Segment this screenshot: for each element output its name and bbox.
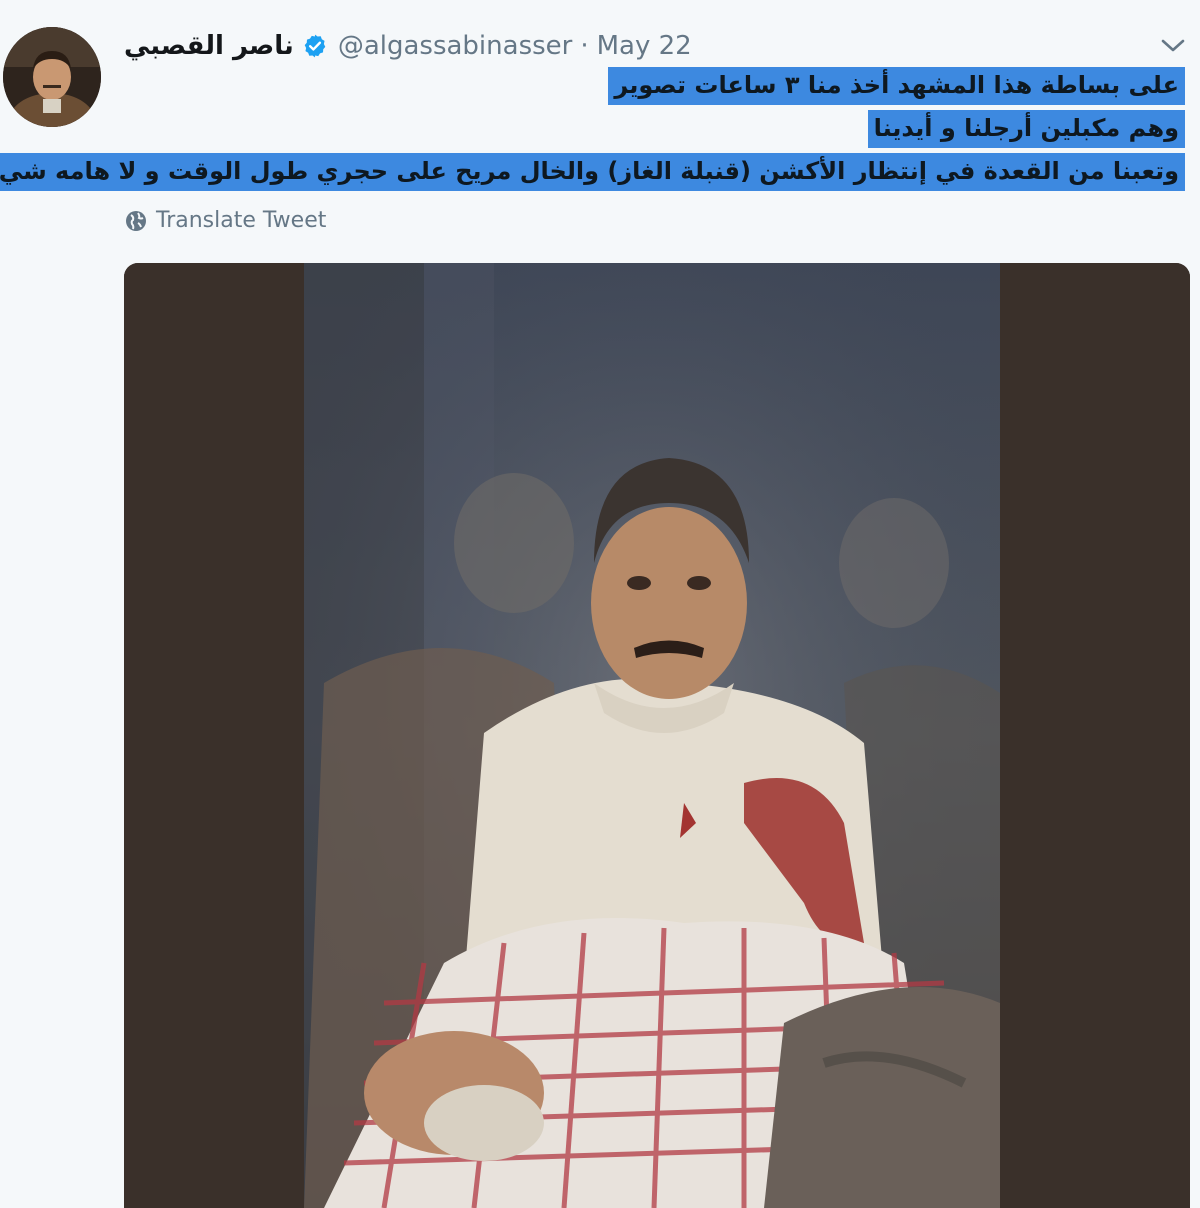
tweet-text-line: وهم مكبلين أرجلنا و أيدينا [210,107,1185,150]
tweet-text-line-2: وهم مكبلين أرجلنا و أيدينا [867,110,1185,148]
tweet-text-line: وتعبنا من القعدة في إنتظار الأكشن (قنبلة… [0,150,1185,193]
verified-badge-icon [302,33,328,59]
tweet-text-line-3: وتعبنا من القعدة في إنتظار الأكشن (قنبلة… [0,153,1185,191]
tweet[interactable]: ناصر القصبي @algassabinasser · May 22 عل… [0,0,1200,1208]
tweet-header: ناصر القصبي @algassabinasser · May 22 [124,26,692,66]
tweet-date[interactable]: May 22 [597,31,692,61]
tweet-text-line: على بساطة هذا المشهد أخذ منا ٣ ساعات تصو… [210,64,1185,107]
translate-tweet-link[interactable]: Translate Tweet [124,208,326,233]
chevron-down-icon[interactable] [1160,36,1186,56]
tweet-text: على بساطة هذا المشهد أخذ منا ٣ ساعات تصو… [0,64,1185,193]
display-name[interactable]: ناصر القصبي [124,31,294,61]
user-handle[interactable]: @algassabinasser [338,31,573,61]
translate-label: Translate Tweet [156,208,327,233]
tweet-text-line-1: على بساطة هذا المشهد أخذ منا ٣ ساعات تصو… [608,67,1185,105]
globe-icon [126,210,146,231]
separator-dot: · [580,31,589,61]
tweet-photo[interactable] [124,263,1190,1208]
avatar[interactable] [3,27,101,127]
